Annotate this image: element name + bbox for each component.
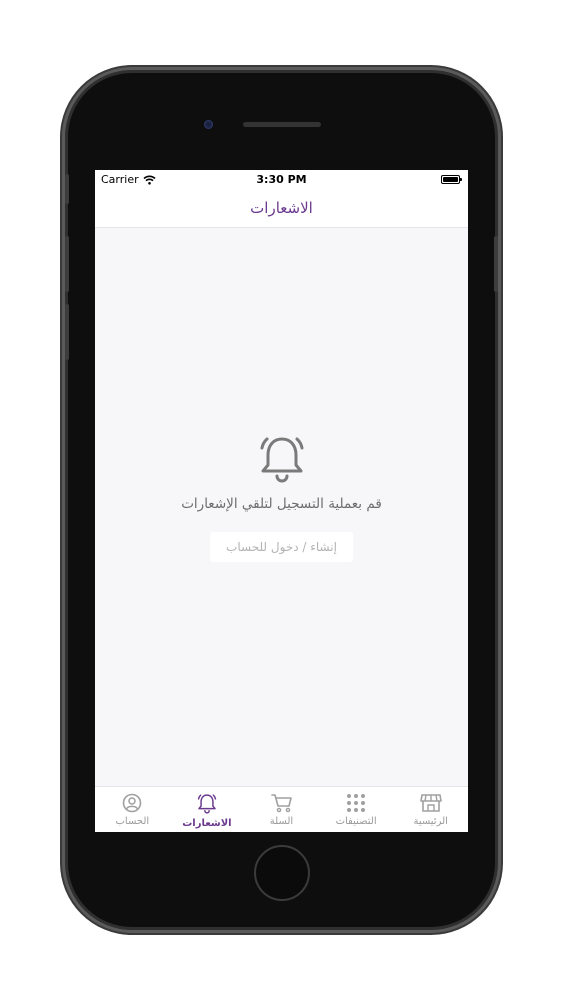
grid-dots-icon <box>347 794 366 812</box>
tab-account[interactable]: الحساب <box>95 787 170 832</box>
status-bar: Carrier 3:30 PM <box>95 170 468 190</box>
app-screen: Carrier 3:30 PM الاشعارات قم بعملية التس… <box>95 170 468 832</box>
mute-switch <box>65 174 69 204</box>
navigation-bar: الاشعارات <box>95 190 468 228</box>
volume-up-button <box>65 236 69 292</box>
tab-cart[interactable]: السلة <box>244 787 319 832</box>
tab-account-label: الحساب <box>115 816 150 827</box>
tab-notifications-label: الاشعارات <box>182 818 232 829</box>
user-circle-icon <box>123 793 142 813</box>
bell-icon <box>260 437 303 483</box>
tab-home[interactable]: الرئيسية <box>393 787 468 832</box>
page-title: الاشعارات <box>250 199 313 217</box>
tab-home-label: الرئيسية <box>413 816 448 827</box>
tab-notifications[interactable]: الاشعارات <box>170 787 245 832</box>
tab-categories[interactable]: التصنيفات <box>319 787 394 832</box>
cart-icon <box>270 794 292 813</box>
empty-state-message: قم بعملية التسجيل لتلقي الإشعارات <box>181 496 382 512</box>
front-camera <box>204 120 213 129</box>
login-register-button[interactable]: إنشاء / دخول للحساب <box>210 532 353 562</box>
empty-state: قم بعملية التسجيل لتلقي الإشعارات إنشاء … <box>95 434 468 562</box>
tab-bar: الرئيسية التصنيفات السلة الاشعارات الحسا… <box>95 786 468 832</box>
battery-icon <box>441 175 462 184</box>
earpiece-speaker <box>243 122 321 127</box>
tab-cart-label: السلة <box>269 816 294 827</box>
bell-icon <box>197 794 217 814</box>
power-button <box>494 236 498 292</box>
store-icon <box>419 794 442 812</box>
status-time: 3:30 PM <box>256 173 307 186</box>
home-button[interactable] <box>254 845 310 901</box>
volume-down-button <box>65 304 69 360</box>
tab-categories-label: التصنيفات <box>335 816 377 827</box>
